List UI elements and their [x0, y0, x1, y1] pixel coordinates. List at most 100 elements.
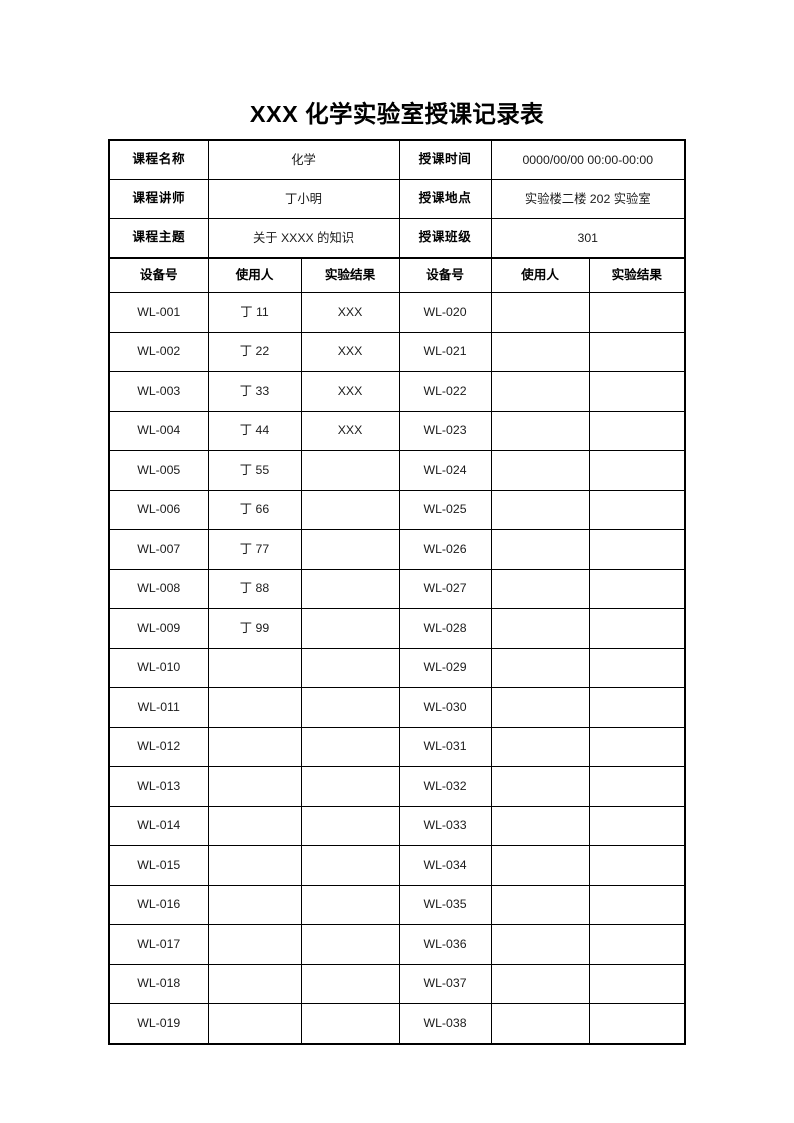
device-id-cell[interactable]: WL-011 — [108, 687, 209, 728]
device-id-cell[interactable]: WL-023 — [398, 410, 492, 451]
user-cell[interactable] — [207, 924, 302, 965]
result-cell[interactable] — [300, 766, 400, 807]
result-cell[interactable] — [588, 371, 686, 412]
result-cell[interactable] — [588, 292, 686, 333]
result-cell[interactable] — [300, 884, 400, 925]
device-id-cell[interactable]: WL-036 — [398, 924, 492, 965]
device-id-cell[interactable]: WL-022 — [398, 371, 492, 412]
result-cell[interactable]: XXX — [300, 410, 400, 451]
result-cell[interactable] — [588, 450, 686, 491]
result-cell[interactable] — [588, 489, 686, 530]
user-cell[interactable] — [490, 568, 590, 609]
user-cell[interactable]: 丁 77 — [207, 529, 302, 570]
user-cell[interactable] — [490, 489, 590, 530]
user-cell[interactable]: 丁 22 — [207, 331, 302, 372]
result-cell[interactable] — [300, 805, 400, 846]
device-id-cell[interactable]: WL-030 — [398, 687, 492, 728]
result-cell[interactable]: XXX — [300, 331, 400, 372]
user-cell[interactable] — [207, 647, 302, 688]
device-id-cell[interactable]: WL-038 — [398, 1003, 492, 1044]
user-cell[interactable]: 丁 55 — [207, 450, 302, 491]
user-cell[interactable] — [490, 766, 590, 807]
device-id-cell[interactable]: WL-021 — [398, 331, 492, 372]
user-cell[interactable] — [490, 687, 590, 728]
user-cell[interactable] — [207, 687, 302, 728]
device-id-cell[interactable]: WL-001 — [108, 292, 209, 333]
device-id-cell[interactable]: WL-008 — [108, 568, 209, 609]
result-cell[interactable] — [300, 726, 400, 767]
result-cell[interactable] — [300, 647, 400, 688]
result-cell[interactable] — [588, 884, 686, 925]
user-cell[interactable] — [490, 726, 590, 767]
result-cell[interactable] — [588, 726, 686, 767]
result-cell[interactable] — [300, 568, 400, 609]
device-id-cell[interactable]: WL-007 — [108, 529, 209, 570]
device-id-cell[interactable]: WL-015 — [108, 845, 209, 886]
result-cell[interactable] — [588, 845, 686, 886]
info-value-left[interactable]: 丁小明 — [207, 179, 400, 219]
device-id-cell[interactable]: WL-024 — [398, 450, 492, 491]
device-id-cell[interactable]: WL-003 — [108, 371, 209, 412]
device-id-cell[interactable]: WL-019 — [108, 1003, 209, 1044]
device-id-cell[interactable]: WL-035 — [398, 884, 492, 925]
result-cell[interactable] — [588, 410, 686, 451]
result-cell[interactable] — [588, 766, 686, 807]
result-cell[interactable] — [588, 924, 686, 965]
info-value-left[interactable]: 关于 XXXX 的知识 — [207, 218, 400, 259]
result-cell[interactable] — [300, 924, 400, 965]
device-id-cell[interactable]: WL-025 — [398, 489, 492, 530]
user-cell[interactable] — [490, 884, 590, 925]
result-cell[interactable] — [300, 529, 400, 570]
result-cell[interactable] — [300, 845, 400, 886]
user-cell[interactable]: 丁 88 — [207, 568, 302, 609]
device-id-cell[interactable]: WL-017 — [108, 924, 209, 965]
device-id-cell[interactable]: WL-010 — [108, 647, 209, 688]
device-id-cell[interactable]: WL-002 — [108, 331, 209, 372]
user-cell[interactable] — [490, 805, 590, 846]
user-cell[interactable] — [207, 884, 302, 925]
result-cell[interactable] — [588, 331, 686, 372]
user-cell[interactable] — [207, 1003, 302, 1044]
result-cell[interactable] — [588, 687, 686, 728]
user-cell[interactable] — [490, 845, 590, 886]
result-cell[interactable] — [300, 963, 400, 1004]
device-id-cell[interactable]: WL-034 — [398, 845, 492, 886]
user-cell[interactable] — [490, 647, 590, 688]
user-cell[interactable] — [490, 608, 590, 649]
user-cell[interactable] — [207, 963, 302, 1004]
device-id-cell[interactable]: WL-009 — [108, 608, 209, 649]
user-cell[interactable] — [207, 766, 302, 807]
device-id-cell[interactable]: WL-033 — [398, 805, 492, 846]
user-cell[interactable]: 丁 11 — [207, 292, 302, 333]
device-id-cell[interactable]: WL-028 — [398, 608, 492, 649]
info-value-right[interactable]: 实验楼二楼 202 实验室 — [490, 179, 686, 219]
device-id-cell[interactable]: WL-018 — [108, 963, 209, 1004]
user-cell[interactable] — [490, 292, 590, 333]
user-cell[interactable]: 丁 66 — [207, 489, 302, 530]
user-cell[interactable] — [490, 331, 590, 372]
device-id-cell[interactable]: WL-014 — [108, 805, 209, 846]
device-id-cell[interactable]: WL-004 — [108, 410, 209, 451]
result-cell[interactable] — [588, 963, 686, 1004]
user-cell[interactable] — [490, 963, 590, 1004]
user-cell[interactable] — [207, 726, 302, 767]
result-cell[interactable] — [300, 687, 400, 728]
result-cell[interactable] — [588, 805, 686, 846]
result-cell[interactable] — [300, 608, 400, 649]
result-cell[interactable] — [300, 1003, 400, 1044]
result-cell[interactable] — [588, 608, 686, 649]
result-cell[interactable]: XXX — [300, 371, 400, 412]
device-id-cell[interactable]: WL-020 — [398, 292, 492, 333]
user-cell[interactable] — [490, 1003, 590, 1044]
user-cell[interactable] — [490, 371, 590, 412]
user-cell[interactable] — [207, 845, 302, 886]
info-value-right[interactable]: 301 — [490, 218, 686, 259]
user-cell[interactable]: 丁 44 — [207, 410, 302, 451]
device-id-cell[interactable]: WL-029 — [398, 647, 492, 688]
device-id-cell[interactable]: WL-005 — [108, 450, 209, 491]
device-id-cell[interactable]: WL-026 — [398, 529, 492, 570]
result-cell[interactable] — [588, 1003, 686, 1044]
result-cell[interactable] — [300, 450, 400, 491]
info-value-left[interactable]: 化学 — [207, 139, 400, 180]
result-cell[interactable] — [588, 529, 686, 570]
